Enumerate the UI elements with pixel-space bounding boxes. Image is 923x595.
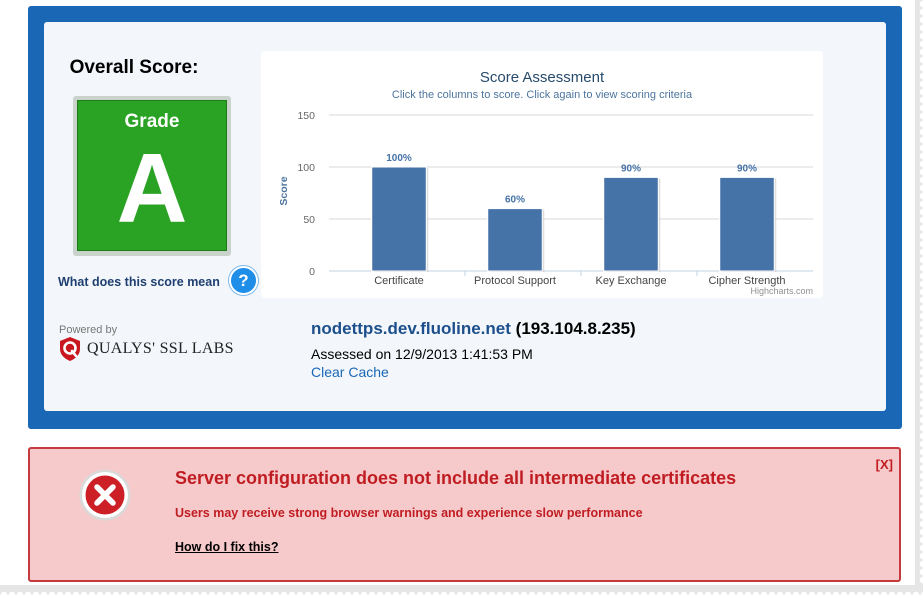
warning-subtitle: Users may receive strong browser warning…: [175, 506, 643, 520]
fix-help-link[interactable]: How do I fix this?: [175, 540, 278, 554]
score-meaning-link[interactable]: What does this score mean: [58, 275, 220, 289]
grade-badge-inner: Grade A: [77, 100, 227, 251]
chart-bar[interactable]: [487, 208, 543, 272]
chart-credit[interactable]: Highcharts.com: [750, 286, 813, 296]
chart-ytick-label: 50: [303, 214, 315, 226]
host-ip: (193.104.8.235): [515, 319, 636, 338]
host-name-link[interactable]: nodettps.dev.fluoline.net: [311, 319, 511, 338]
chart-bars[interactable]: 100% Certificate 60% Protocol Support 90% Key…: [371, 153, 786, 287]
chart-data-label: 90%: [737, 163, 757, 174]
chart-bar[interactable]: [371, 166, 427, 272]
grade-badge: Grade A: [73, 96, 231, 256]
help-icon[interactable]: ?: [229, 266, 258, 295]
chart-category-label: Certificate: [374, 275, 424, 287]
qualys-shield-icon: [60, 337, 80, 361]
chart-ytick-label: 100: [297, 162, 315, 174]
chart-category-label: Protocol Support: [474, 275, 556, 287]
assessed-date: Assessed on 12/9/2013 1:41:53 PM: [311, 346, 533, 362]
torn-edge-right: [915, 0, 923, 595]
chart-bar[interactable]: [603, 176, 659, 272]
chart-data-label: 60%: [505, 195, 525, 206]
chart-subtitle: Click the columns to score. Click again …: [392, 89, 693, 101]
warning-title: Server configuration does not include al…: [175, 468, 737, 488]
chart-data-label: 90%: [621, 163, 641, 174]
host-line: nodettps.dev.fluoline.net (193.104.8.235…: [311, 319, 636, 339]
chart-ytick-label: 0: [309, 266, 315, 278]
chart-category-label: Key Exchange: [596, 275, 667, 287]
chart-ylabel: Score: [278, 176, 290, 205]
warning-panel: [X] Server configuration does not includ…: [28, 447, 901, 582]
qualys-brand-text: QUALYS' SSL LABS: [87, 340, 234, 357]
chart-data-label: 100%: [386, 153, 412, 164]
powered-by-label: Powered by: [59, 324, 118, 336]
qualys-logo[interactable]: QUALYS' SSL LABS: [59, 336, 234, 362]
chart-bar[interactable]: [719, 176, 775, 272]
grade-letter: A: [116, 133, 188, 243]
torn-edge-bottom: [0, 585, 923, 595]
score-chart: Score Assessment Click the columns to sc…: [261, 51, 823, 298]
score-chart-svg: Score Assessment Click the columns to sc…: [278, 69, 813, 296]
close-warning-button[interactable]: [X]: [876, 457, 893, 472]
overall-score-title: Overall Score:: [69, 57, 199, 78]
chart-ytick-label: 150: [297, 110, 315, 122]
error-x-icon: [79, 469, 131, 521]
chart-title: Score Assessment: [480, 69, 605, 86]
clear-cache-link[interactable]: Clear Cache: [311, 364, 389, 380]
